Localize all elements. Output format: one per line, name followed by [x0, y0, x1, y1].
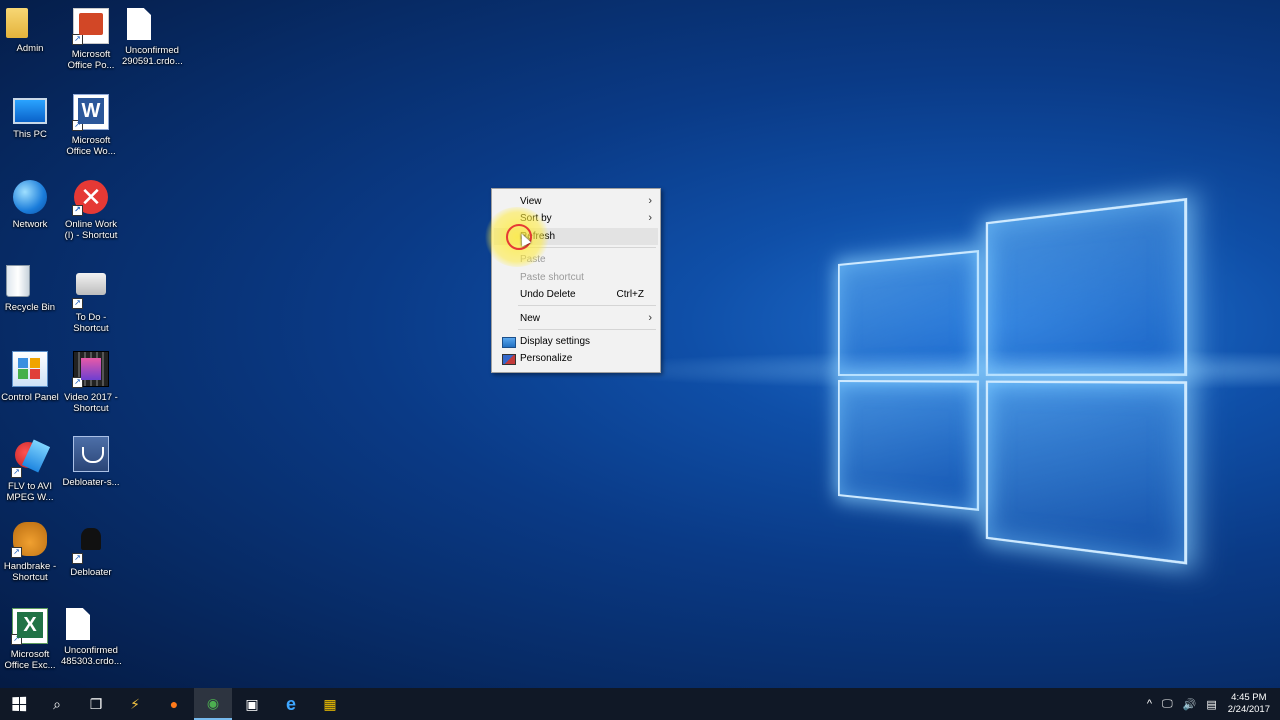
taskbar-app-firefox[interactable]: ● — [155, 688, 193, 720]
video-folder-icon: ↗ — [72, 351, 109, 388]
menu-item-view[interactable]: View › — [494, 193, 658, 210]
menu-separator — [518, 329, 656, 330]
system-tray: ^ 🖵 🔊 ▤ 4:45 PM 2/24/2017 — [1142, 688, 1280, 720]
task-view-icon: ❐ — [89, 695, 103, 712]
taskbar-app-winamp[interactable]: ⚡ — [116, 688, 154, 720]
menu-item-new[interactable]: New › — [494, 310, 658, 327]
recycle-bin-icon — [6, 265, 30, 297]
desktop-icon-network[interactable]: Network — [0, 180, 60, 230]
desktop-icon-admin[interactable]: Admin — [0, 8, 60, 54]
store-icon: ▣ — [245, 695, 259, 712]
windows-start-icon — [12, 696, 27, 712]
desktop-icon-debloater-s[interactable]: Debloater-s... — [61, 436, 121, 488]
volume-icon[interactable]: 🔊 — [1183, 698, 1197, 711]
network-icon[interactable]: 🖵 — [1162, 698, 1173, 711]
taskbar-app-chrome[interactable]: ◉ — [194, 688, 232, 720]
debloater-icon — [73, 436, 109, 472]
user-folder-icon — [6, 8, 28, 38]
chevron-right-icon: › — [648, 312, 652, 324]
menu-item-personalize[interactable]: Personalize — [494, 350, 658, 367]
firefox-icon: ● — [169, 696, 179, 712]
menu-separator — [518, 305, 656, 306]
notification-icon[interactable]: ▤ — [1206, 698, 1216, 711]
wallpaper-windows-logo — [838, 180, 1188, 573]
task-view-button[interactable]: ❐ — [77, 688, 115, 720]
file-icon — [127, 8, 151, 40]
desktop-icon-to-do[interactable]: ↗ To Do - Shortcut — [61, 265, 121, 334]
chevron-right-icon: › — [648, 212, 652, 224]
file-icon — [66, 608, 90, 640]
desktop-icon-flv-to-avi[interactable]: ↗ FLV to AVI MPEG W... — [0, 436, 60, 503]
taskbar: ⌕ ❐ ⚡ ● ◉ ▣ e ▦ ^ 🖵 🔊 ▤ 4:45 PM 2/24/201… — [0, 688, 1280, 720]
personalize-icon — [502, 354, 516, 365]
desktop-icon-online-work[interactable]: ✕ ↗ Online Work (I) - Shortcut — [61, 180, 121, 241]
tray-chevron-icon[interactable]: ^ — [1147, 698, 1152, 710]
taskbar-app-store[interactable]: ▣ — [233, 688, 271, 720]
desktop-icon-recycle-bin[interactable]: Recycle Bin — [0, 265, 60, 313]
menu-item-paste[interactable]: Paste — [494, 251, 658, 268]
desktop-icon-handbrake[interactable]: ↗ Handbrake - Shortcut — [0, 522, 60, 583]
network-icon — [13, 180, 47, 214]
menu-item-display-settings[interactable]: Display settings — [494, 333, 658, 350]
clock-time: 4:45 PM — [1231, 692, 1267, 703]
taskbar-clock[interactable]: 4:45 PM 2/24/2017 — [1228, 692, 1270, 716]
chevron-right-icon: › — [648, 195, 652, 207]
word-icon: ↗ — [72, 94, 109, 131]
app-grid-icon: ▦ — [323, 695, 337, 712]
handbrake-icon: ↗ — [11, 522, 47, 558]
taskbar-app-grid[interactable]: ▦ — [311, 688, 349, 720]
desktop-icon-powerpoint[interactable]: ↗ Microsoft Office Po... — [61, 8, 121, 71]
desktop-icon-unconfirmed-290591[interactable]: Unconfirmed 290591.crdo... — [122, 8, 183, 67]
desktop-icon-word[interactable]: ↗ Microsoft Office Wo... — [61, 94, 121, 157]
desktop-icon-excel[interactable]: ↗ Microsoft Office Exc... — [0, 608, 60, 671]
control-panel-icon — [12, 351, 48, 387]
menu-item-undo-delete[interactable]: Undo Delete Ctrl+Z — [494, 286, 658, 303]
desktop-icon-debloater[interactable]: ↗ Debloater — [61, 522, 121, 578]
edge-icon: e — [285, 693, 296, 714]
chrome-icon: ◉ — [206, 694, 220, 711]
hat-icon: ↗ — [72, 528, 108, 564]
converter-icon: ↗ — [11, 439, 51, 478]
clock-date: 2/24/2017 — [1227, 704, 1270, 715]
winamp-icon: ⚡ — [130, 695, 140, 712]
desktop-context-menu: View › Sort by › Refresh Paste Paste sho… — [491, 188, 661, 373]
drive-icon: ↗ — [72, 273, 108, 309]
menu-item-paste-shortcut[interactable]: Paste shortcut — [494, 269, 658, 286]
search-button[interactable]: ⌕ — [38, 688, 76, 720]
error-x-icon: ✕ ↗ — [72, 180, 108, 216]
menu-separator — [518, 247, 656, 248]
display-icon — [502, 337, 516, 348]
search-icon: ⌕ — [53, 695, 61, 712]
desktop[interactable]: Admin This PC Network Recycle Bin Contro… — [0, 0, 1280, 688]
desktop-icon-this-pc[interactable]: This PC — [0, 94, 60, 140]
taskbar-app-edge[interactable]: e — [272, 688, 310, 720]
start-button[interactable] — [0, 688, 38, 720]
desktop-icon-video-2017[interactable]: ↗ Video 2017 - Shortcut — [61, 351, 121, 414]
desktop-icon-unconfirmed-485303[interactable]: Unconfirmed 485303.crdo... — [61, 608, 122, 667]
desktop-icon-control-panel[interactable]: Control Panel — [0, 351, 60, 403]
excel-icon: ↗ — [11, 608, 48, 645]
computer-icon — [13, 98, 47, 124]
powerpoint-icon: ↗ — [72, 8, 109, 45]
